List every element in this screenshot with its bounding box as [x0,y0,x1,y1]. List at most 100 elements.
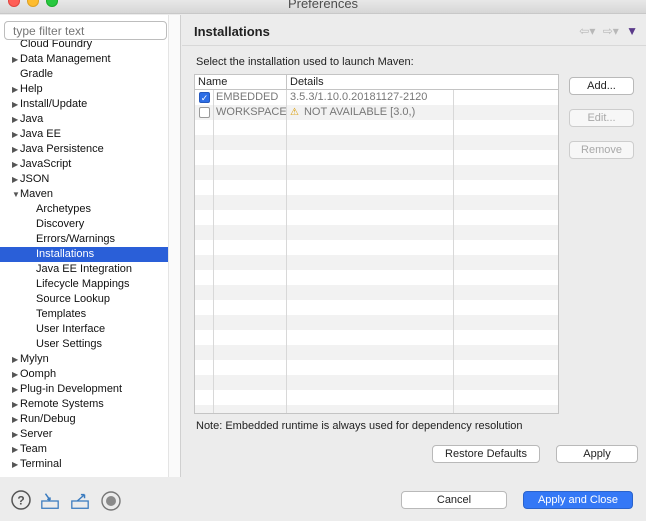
edit-button[interactable]: Edit... [569,109,634,127]
collapsed-arrow-icon[interactable]: ▶ [12,367,20,382]
table-row [195,360,558,375]
apply-and-close-button[interactable]: Apply and Close [523,491,633,509]
filter-input[interactable] [4,21,167,40]
collapsed-arrow-icon[interactable]: ▶ [12,382,20,397]
table-row [195,135,558,150]
tree-item-label: Data Management [20,53,111,65]
tree-item-label: Lifecycle Mappings [36,278,130,290]
collapsed-arrow-icon[interactable]: ▶ [12,457,20,472]
tree-item-label: JSON [20,173,50,185]
table-row [195,390,558,405]
tree-item[interactable]: ▶ Help [0,82,180,97]
preferences-tree: Cloud Foundry ▶ Data Management Gradle ▶ Help… [0,37,180,472]
column-header-details[interactable]: Details [286,75,558,90]
back-arrow-icon[interactable]: ⇦▾ [579,24,595,38]
installation-checkbox[interactable] [199,107,210,118]
installation-name: EMBEDDED [216,91,279,103]
tree-item[interactable]: User Settings [0,337,180,352]
collapsed-arrow-icon[interactable]: ▶ [12,412,20,427]
svg-text:?: ? [17,494,24,508]
view-menu-icon[interactable]: ▼ [626,24,638,38]
tree-item-label: Help [20,83,43,95]
tree-item-label: Java EE [20,128,61,140]
installation-name: WORKSPACE [216,106,287,118]
table-row [195,210,558,225]
tree-item[interactable]: ▶ Remote Systems [0,397,180,412]
tree-item[interactable]: Java EE Integration [0,262,180,277]
tree-item[interactable]: ▶ JavaScript [0,157,180,172]
tree-item-label: JavaScript [20,158,72,170]
tree-item[interactable]: ▶ Server [0,427,180,442]
import-icon[interactable] [40,491,60,511]
tree-item[interactable]: Gradle [0,67,180,82]
tree-item[interactable]: Discovery [0,217,180,232]
tree-item[interactable]: ▶ Team [0,442,180,457]
table-row [195,285,558,300]
table-row[interactable]: ✓ EMBEDDED 3.5.3/1.10.0.20181127-2120 [195,90,558,105]
table-row [195,330,558,345]
collapsed-arrow-icon[interactable]: ▶ [12,172,20,187]
table-row[interactable]: WORKSPACE ⚠ NOT AVAILABLE [3.0,) [195,105,558,120]
tree-item[interactable]: ▶ Plug-in Development [0,382,180,397]
tree-item[interactable]: ▶ Run/Debug [0,412,180,427]
column-divider [213,90,214,413]
window-titlebar: Preferences [0,0,646,14]
tree-item[interactable]: Installations [0,247,168,262]
tree-item[interactable]: Lifecycle Mappings [0,277,180,292]
header-divider [182,45,646,46]
collapsed-arrow-icon[interactable]: ▶ [12,397,20,412]
tree-item[interactable]: ▶ Java [0,112,180,127]
collapsed-arrow-icon[interactable]: ▶ [12,427,20,442]
tree-item[interactable]: Source Lookup [0,292,180,307]
tree-item-label: Maven [20,188,54,200]
record-icon[interactable] [101,491,121,511]
collapsed-arrow-icon[interactable]: ▶ [12,157,20,172]
column-header-name[interactable]: Name [195,75,286,90]
tree-item[interactable]: Archetypes [0,202,180,217]
tree-scrollbar[interactable] [168,15,180,477]
tree-item[interactable]: User Interface [0,322,180,337]
expanded-arrow-icon[interactable]: ▼ [12,187,20,202]
table-row [195,180,558,195]
collapsed-arrow-icon[interactable]: ▶ [12,97,20,112]
tree-item-label: Installations [36,248,95,260]
help-icon[interactable]: ? [11,490,31,510]
restore-defaults-button[interactable]: Restore Defaults [432,445,540,463]
table-row [195,315,558,330]
tree-item[interactable]: ▶ Oomph [0,367,180,382]
collapsed-arrow-icon[interactable]: ▶ [12,442,20,457]
collapsed-arrow-icon[interactable]: ▶ [12,112,20,127]
installation-checkbox[interactable]: ✓ [199,92,210,103]
table-row [195,165,558,180]
collapsed-arrow-icon[interactable]: ▶ [12,142,20,157]
table-row [195,120,558,135]
cancel-button[interactable]: Cancel [401,491,507,509]
table-row [195,375,558,390]
column-divider [286,90,287,413]
add-button[interactable]: Add... [569,77,634,95]
tree-item[interactable]: ▶ Java EE [0,127,180,142]
tree-item[interactable]: ▶ JSON [0,172,180,187]
tree-item[interactable]: ▶ Mylyn [0,352,180,367]
tree-item[interactable]: Templates [0,307,180,322]
collapsed-arrow-icon[interactable]: ▶ [12,82,20,97]
apply-button[interactable]: Apply [556,445,638,463]
installation-details: 3.5.3/1.10.0.20181127-2120 [290,90,427,105]
collapsed-arrow-icon[interactable]: ▶ [12,352,20,367]
export-icon[interactable] [70,491,90,511]
tree-item-label: Gradle [20,68,54,80]
forward-arrow-icon[interactable]: ⇨▾ [603,24,619,38]
tree-item[interactable]: ▶ Terminal [0,457,180,472]
collapsed-arrow-icon[interactable]: ▶ [12,52,20,67]
remove-button[interactable]: Remove [569,141,634,159]
tree-item[interactable]: ▶ Install/Update [0,97,180,112]
tree-item[interactable]: ▶ Java Persistence [0,142,180,157]
tree-item[interactable]: Errors/Warnings [0,232,180,247]
window-title: Preferences [287,0,359,11]
table-row [195,300,558,315]
tree-item[interactable]: ▶ Data Management [0,52,180,67]
collapsed-arrow-icon[interactable]: ▶ [12,127,20,142]
tree-item[interactable]: ▼ Maven [0,187,180,202]
installation-details-text: 3.5.3/1.10.0.20181127-2120 [290,91,428,103]
table-row [195,270,558,285]
